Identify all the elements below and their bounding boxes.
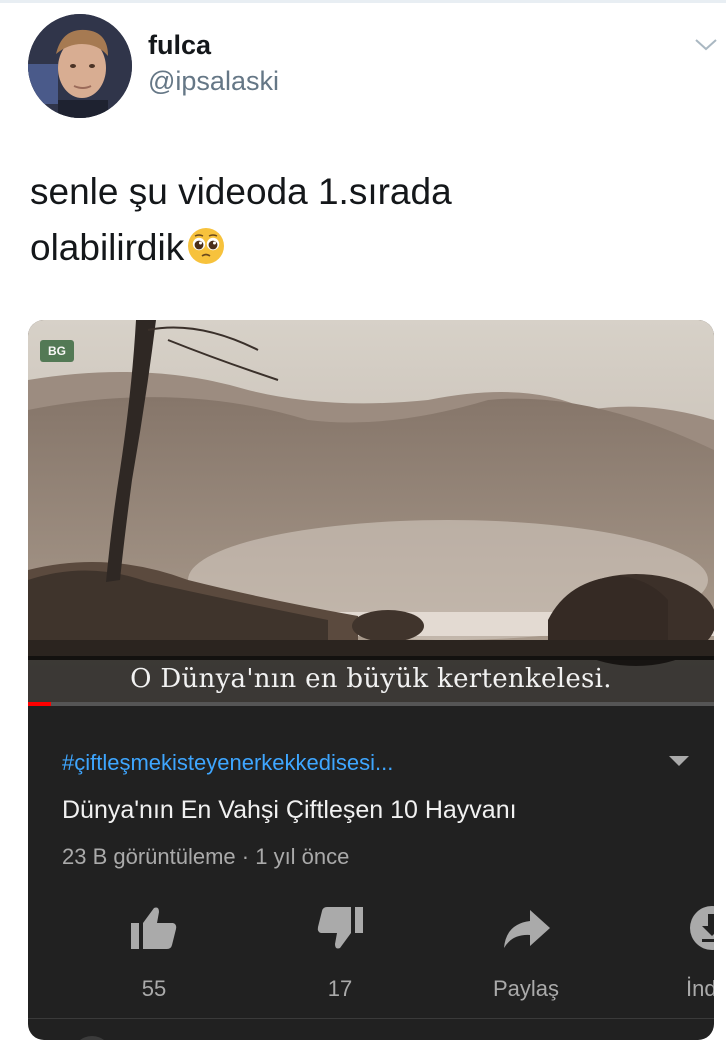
video-hashtag-link[interactable]: #çiftleşmekisteyenerkekkedisesi... — [62, 750, 393, 776]
like-button[interactable]: 55 — [94, 902, 214, 1002]
like-count: 55 — [141, 976, 167, 1001]
pleading-face-emoji-icon — [188, 228, 225, 264]
thumbs-down-icon — [317, 907, 363, 949]
thumbs-up-icon — [131, 907, 177, 949]
tweet-text-line-1: senle şu videoda 1.sırada — [30, 171, 452, 212]
download-button[interactable]: İnd — [652, 902, 714, 1002]
video-title: Dünya'nın En Vahşi Çiftleşen 10 Hayvanı — [62, 796, 517, 824]
share-label: Paylaş — [492, 976, 560, 1001]
video-frame — [28, 320, 714, 706]
dislike-count: 17 — [327, 976, 353, 1001]
tweet-text-line-2-text: olabilirdik — [30, 227, 185, 268]
download-label: İnd — [686, 976, 714, 1001]
progress-bar[interactable] — [28, 702, 714, 706]
video-player[interactable]: BG O Dünya'nın en büyük kertenkelesi. — [28, 320, 714, 706]
tweet-text: senle şu videoda 1.sırada olabilirdik — [30, 164, 690, 276]
video-meta: 23 B görüntüleme · 1 yıl önce — [62, 844, 350, 869]
avatar-photo — [28, 14, 132, 118]
progress-bar-fill — [28, 702, 52, 706]
tweet-text-line-2: olabilirdik — [30, 220, 690, 276]
chevron-down-icon[interactable] — [694, 34, 718, 54]
user-handle[interactable]: @ipsalaski — [148, 66, 279, 97]
channel-logo: BG — [40, 340, 74, 362]
share-icon — [504, 910, 550, 948]
youtube-video-card[interactable]: BG O Dünya'nın en büyük kertenkelesi. #ç… — [28, 320, 714, 1040]
share-button[interactable]: Paylaş — [466, 902, 586, 1002]
download-icon — [690, 906, 714, 950]
channel-avatar[interactable] — [72, 1036, 112, 1040]
user-name[interactable]: fulca — [148, 30, 211, 61]
top-border — [0, 0, 726, 3]
avatar[interactable] — [28, 14, 132, 118]
divider — [28, 1018, 714, 1019]
video-subtitle: O Dünya'nın en büyük kertenkelesi. — [28, 656, 714, 702]
expand-description-icon[interactable] — [668, 754, 690, 768]
dislike-button[interactable]: 17 — [280, 902, 400, 1002]
